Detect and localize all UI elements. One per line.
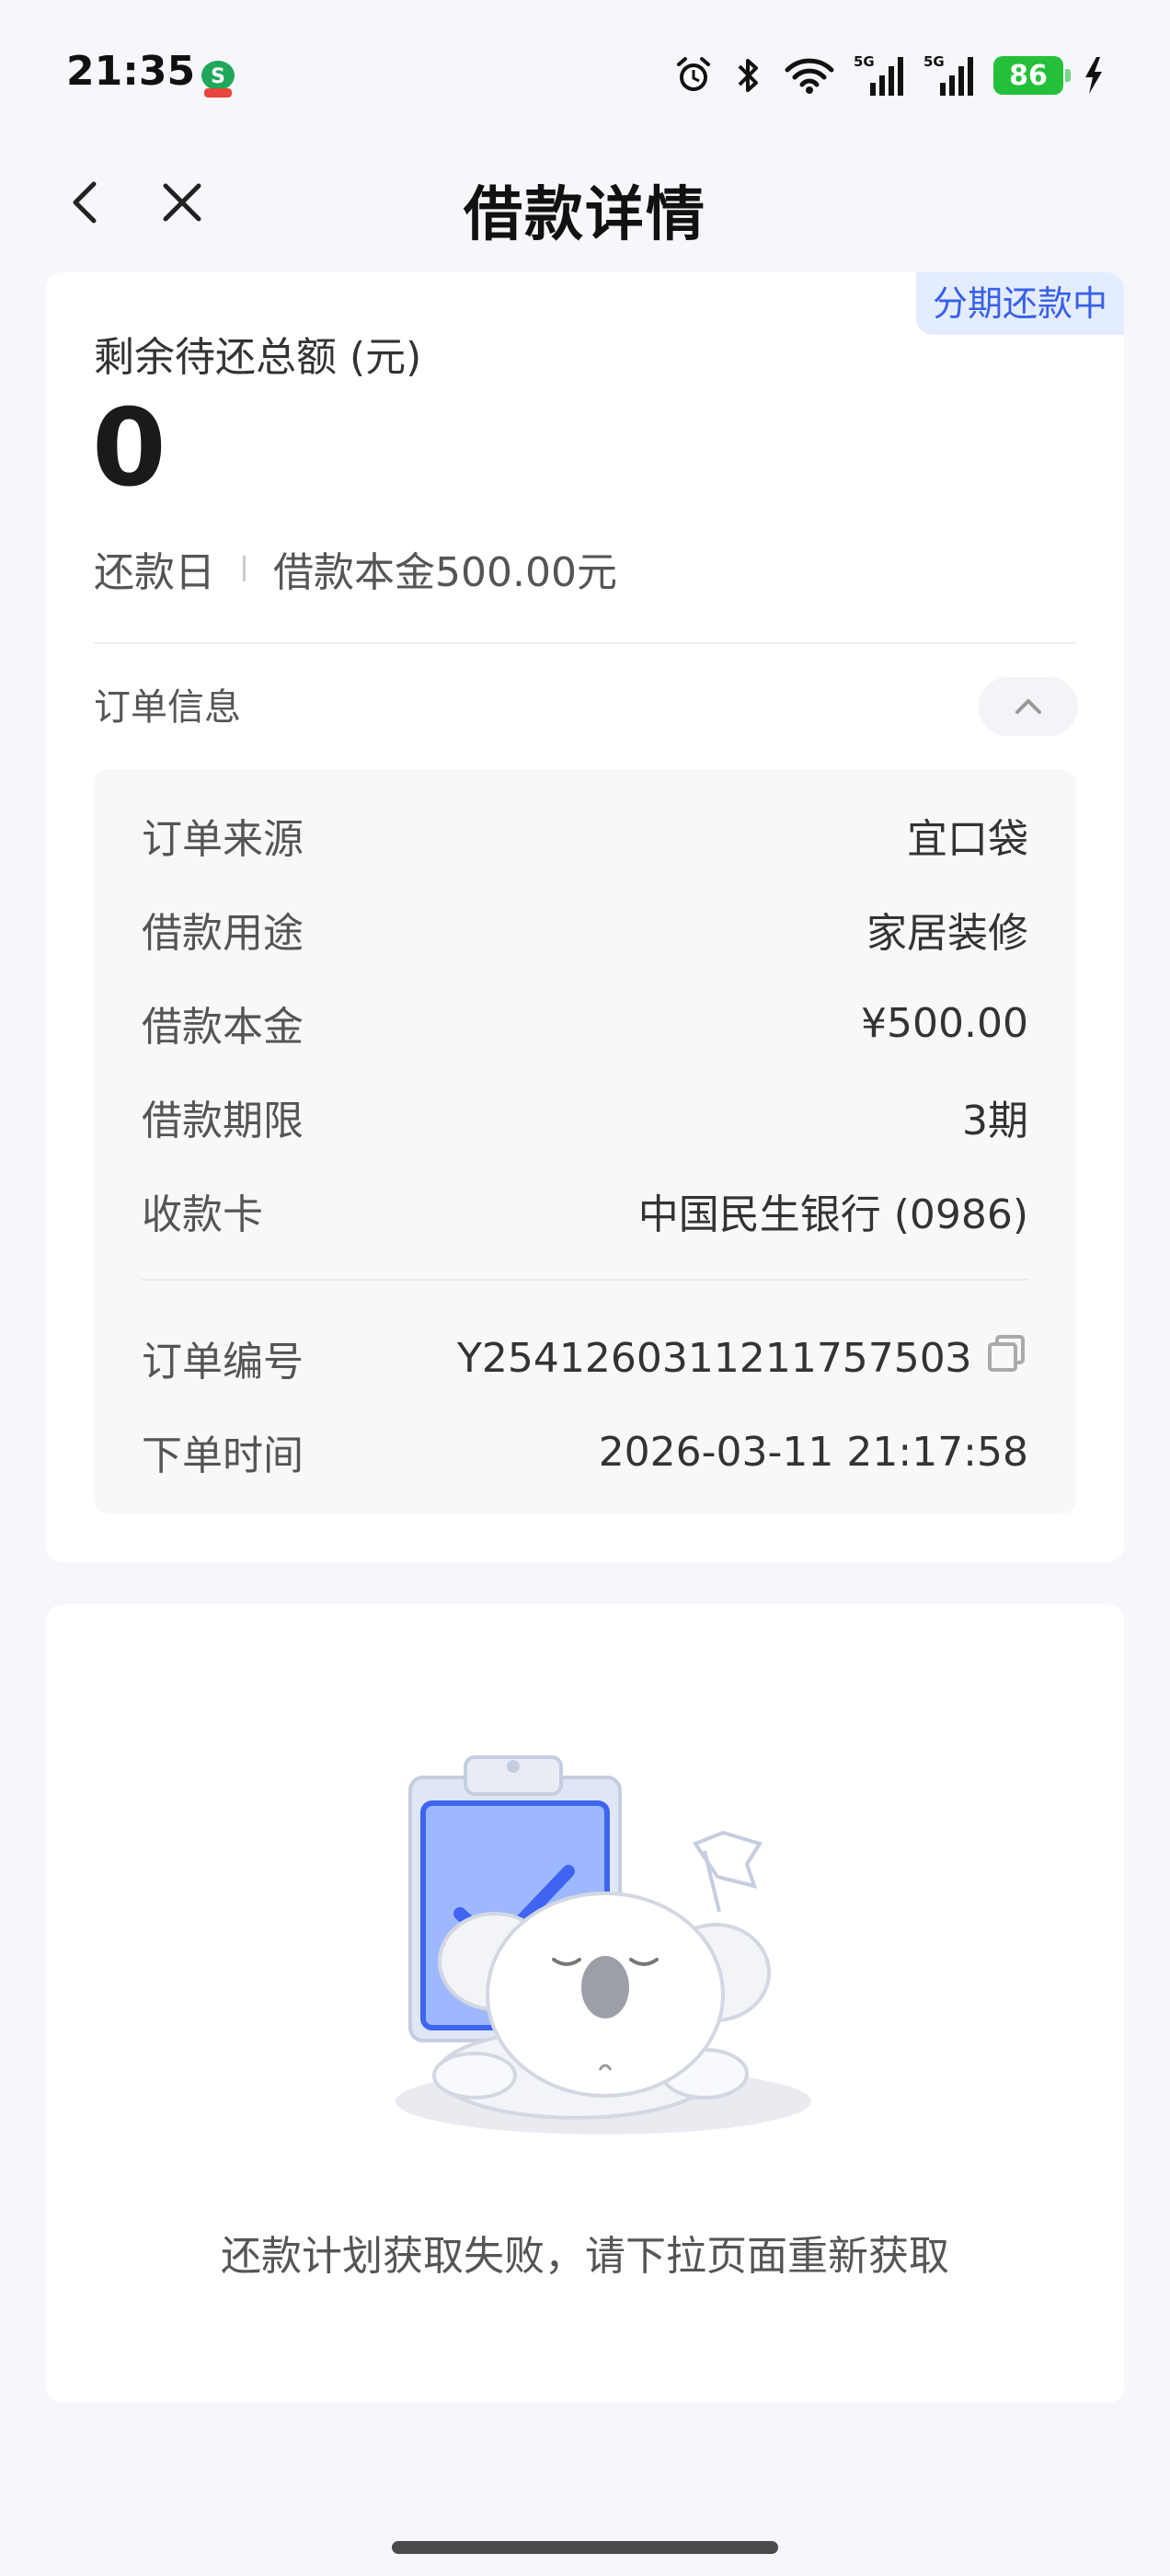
info-row-source: 订单来源 宜口袋 (142, 808, 1028, 863)
alarm-icon (673, 55, 714, 96)
app-s-icon: S (197, 57, 239, 99)
charging-icon (1082, 55, 1106, 96)
remaining-amount: 0 (92, 386, 166, 511)
status-badge: 分期还款中 (915, 272, 1124, 335)
svg-text:5G: 5G (923, 53, 945, 70)
row-value: 家居装修 (866, 910, 1028, 957)
home-indicator[interactable] (392, 2541, 778, 2554)
repay-day-label: 还款日 (94, 549, 215, 596)
separator (243, 556, 246, 581)
svg-text:S: S (211, 65, 225, 88)
status-bar: 21:35 S 5G 5G 86 (0, 0, 1170, 147)
order-number: Y254126031121175750З (457, 1331, 1028, 1386)
row-value: 宜口袋 (907, 816, 1028, 863)
chevron-up-icon (1015, 699, 1041, 714)
svg-text:5G: 5G (854, 53, 875, 70)
row-value: 3期 (962, 1098, 1028, 1144)
row-value: 中国民生银行 (0986) (637, 1191, 1028, 1238)
info-row-principal: 借款本金 ¥500.00 (142, 995, 1028, 1052)
info-row-order-time: 下单时间 2026-03-11 21:17:58 (142, 1424, 1028, 1480)
page-title: 借款详情 (464, 181, 706, 249)
loan-summary-card: 分期还款中 剩余待还总额 (元) 0 还款日 借款本金500.00元 订单信息 … (46, 272, 1124, 1562)
collapse-button[interactable] (979, 677, 1078, 736)
info-row-term: 借款期限 3期 (142, 1089, 1028, 1144)
divider (142, 1279, 1028, 1281)
divider (94, 642, 1076, 644)
plan-error-text: 还款计划获取失败，请下拉页面重新获取 (221, 2233, 949, 2280)
row-label: 订单编号 (142, 1339, 304, 1386)
order-info-title: 订单信息 (94, 686, 241, 729)
signal-5g-icon: 5G (854, 53, 905, 98)
row-label: 借款本金 (142, 1004, 304, 1051)
battery-icon: 86 (993, 56, 1071, 95)
status-icons: 5G 5G 86 (673, 52, 1106, 99)
info-row-order-no: 订单编号 Y254126031121175750З (142, 1330, 1028, 1386)
repay-info-line: 还款日 借款本金500.00元 (94, 539, 617, 598)
remaining-label: 剩余待还总额 (元) (94, 334, 422, 381)
row-value: Y254126031121175750З (457, 1334, 971, 1382)
wifi-icon (784, 55, 835, 96)
row-label: 下单时间 (142, 1432, 304, 1479)
koala-clipboard-illustration (373, 1741, 852, 2136)
signal-5g-icon: 5G (923, 53, 975, 98)
info-row-purpose: 借款用途 家居装修 (142, 902, 1028, 957)
row-label: 借款期限 (142, 1098, 304, 1144)
row-label: 订单来源 (142, 816, 304, 863)
row-label: 借款用途 (142, 910, 304, 957)
principal-text: 借款本金500.00元 (273, 549, 617, 596)
row-value: ¥500.00 (861, 999, 1028, 1047)
copy-icon[interactable] (984, 1331, 1028, 1386)
status-time: 21:35 (66, 48, 196, 95)
nav-header: 借款详情 (0, 147, 1170, 258)
info-row-card: 收款卡 中国民生银行 (0986) (142, 1183, 1028, 1238)
repayment-plan-card: 还款计划获取失败，请下拉页面重新获取 (46, 1604, 1124, 2403)
bluetooth-icon (732, 55, 765, 96)
row-value: 2026-03-11 21:17:58 (598, 1428, 1028, 1476)
row-label: 收款卡 (142, 1191, 263, 1238)
order-info-box: 订单来源 宜口袋 借款用途 家居装修 借款本金 ¥500.00 借款期限 3期 … (94, 769, 1076, 1514)
